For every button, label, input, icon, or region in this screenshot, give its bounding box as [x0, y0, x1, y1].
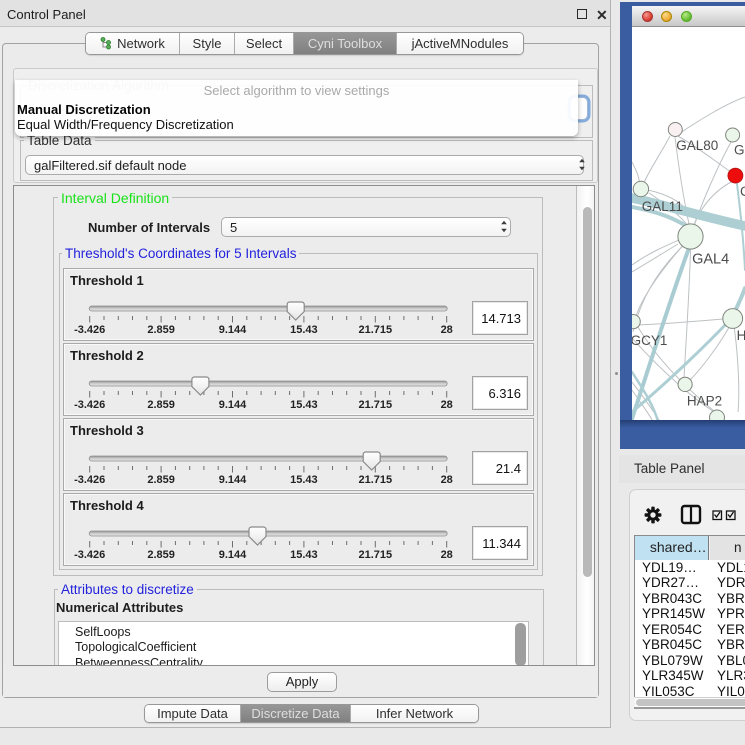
svg-text:-3.426: -3.426 — [74, 549, 105, 561]
svg-text:2.859: 2.859 — [147, 399, 175, 411]
svg-text:28: 28 — [441, 474, 453, 486]
svg-text:2.859: 2.859 — [147, 324, 175, 336]
svg-text:28: 28 — [441, 399, 453, 411]
svg-text:-3.426: -3.426 — [74, 474, 105, 486]
svg-text:G.: G. — [734, 143, 745, 158]
svg-text:15.43: 15.43 — [290, 324, 318, 336]
svg-text:GCY1: GCY1 — [632, 333, 667, 348]
svg-text:21.715: 21.715 — [358, 474, 392, 486]
svg-text:9.144: 9.144 — [219, 474, 247, 486]
svg-text:21.715: 21.715 — [358, 549, 392, 561]
svg-text:GAL11: GAL11 — [642, 199, 683, 214]
svg-text:28: 28 — [441, 549, 453, 561]
svg-text:9.144: 9.144 — [219, 399, 247, 411]
svg-text:15.43: 15.43 — [290, 549, 318, 561]
svg-text:21.715: 21.715 — [358, 399, 392, 411]
svg-text:21.715: 21.715 — [358, 324, 392, 336]
svg-text:-3.426: -3.426 — [74, 399, 105, 411]
svg-text:9.144: 9.144 — [219, 549, 247, 561]
svg-text:28: 28 — [441, 324, 453, 336]
svg-text:9.144: 9.144 — [219, 324, 247, 336]
svg-text:15.43: 15.43 — [290, 399, 318, 411]
svg-text:2.859: 2.859 — [147, 474, 175, 486]
svg-text:HAP2: HAP2 — [687, 393, 722, 408]
svg-text:2.859: 2.859 — [147, 549, 175, 561]
svg-text:C: C — [740, 184, 745, 199]
svg-text:GAL4: GAL4 — [692, 252, 729, 268]
svg-text:GAL80: GAL80 — [676, 138, 718, 153]
svg-text:-3.426: -3.426 — [74, 324, 105, 336]
svg-text:H: H — [737, 328, 745, 343]
svg-text:15.43: 15.43 — [290, 474, 318, 486]
